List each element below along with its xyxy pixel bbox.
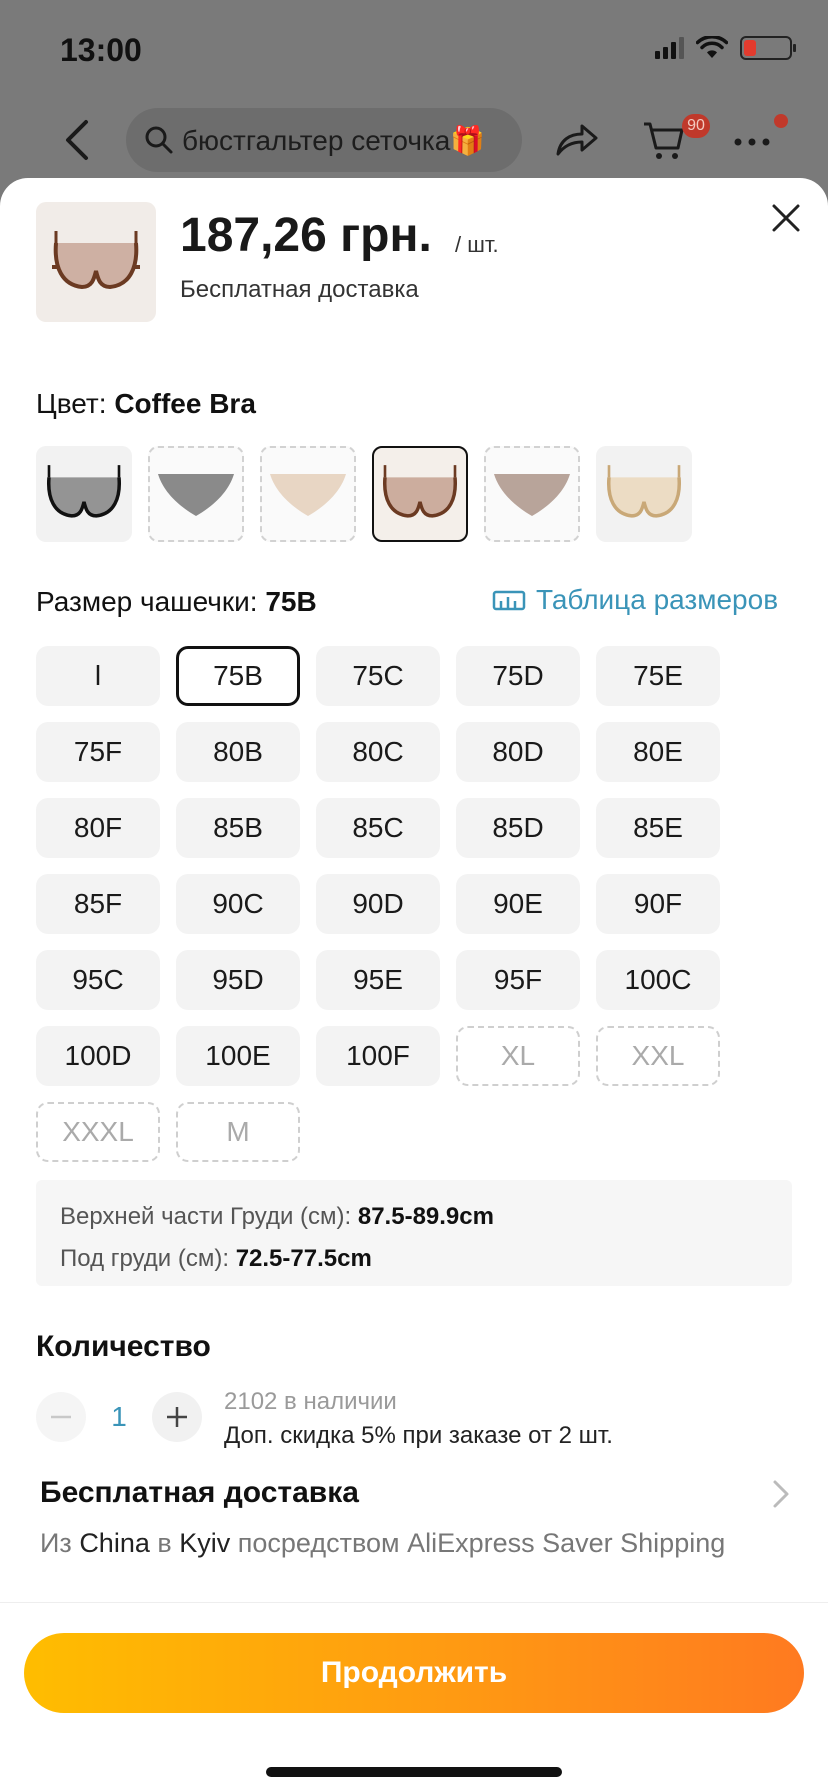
minus-icon — [51, 1415, 71, 1419]
size-option-95c[interactable]: 95C — [36, 950, 160, 1010]
route-method: посредством AliExpress Saver Shipping — [237, 1528, 726, 1558]
continue-button[interactable]: Продолжить — [24, 1633, 804, 1713]
size-option-80e[interactable]: 80E — [596, 722, 720, 782]
size-option-80c[interactable]: 80C — [316, 722, 440, 782]
size-option-100c[interactable]: 100C — [596, 950, 720, 1010]
quantity-value[interactable]: 1 — [96, 1401, 142, 1433]
stock-count: 2102 в наличии — [224, 1388, 397, 1415]
size-option-85e[interactable]: 85E — [596, 798, 720, 858]
measurements-box: Верхней части Груди (см): 87.5-89.9cm По… — [36, 1180, 792, 1286]
search-query-text: бюстгальтер сеточка🎁 — [182, 124, 486, 156]
swatch-beige-panty[interactable] — [260, 446, 356, 542]
route-to-prefix: в — [157, 1528, 172, 1558]
share-icon[interactable] — [552, 116, 600, 164]
size-option-95f[interactable]: 95F — [456, 950, 580, 1010]
size-option-100d[interactable]: 100D — [36, 1026, 160, 1086]
size-options-grid: l 75B 75C 75D 75E 75F 80B 80C 80D 80E 80F 85B 85C 85D… — [36, 646, 756, 1162]
swatch-gray-panty[interactable] — [148, 446, 244, 542]
size-table-text: Таблица размеров — [536, 584, 779, 615]
bust-row: Верхней части Груди (см): 87.5-89.9cm — [60, 1196, 768, 1238]
notification-dot — [774, 114, 788, 128]
battery-icon — [740, 36, 796, 60]
size-option-80d[interactable]: 80D — [456, 722, 580, 782]
shipping-route: Из China в Kyiv посредством AliExpress S… — [40, 1528, 725, 1559]
swatch-black-bra[interactable] — [36, 446, 132, 542]
price-unit: / шт. — [455, 232, 499, 257]
bottom-action-bar: Продолжить — [0, 1602, 828, 1792]
home-indicator — [266, 1767, 562, 1777]
size-option-95d[interactable]: 95D — [176, 950, 300, 1010]
top-navbar: бюстгальтер сеточка🎁 90 — [0, 100, 828, 180]
size-option-75c[interactable]: 75C — [316, 646, 440, 706]
close-icon[interactable] — [770, 202, 802, 234]
cart-icon[interactable] — [640, 116, 688, 164]
size-option-m[interactable]: M — [176, 1102, 300, 1162]
size-option-90e[interactable]: 90E — [456, 874, 580, 934]
size-option-90f[interactable]: 90F — [596, 874, 720, 934]
color-label-text: Цвет: — [36, 388, 107, 419]
status-icons — [655, 36, 796, 60]
status-time: 13:00 — [60, 32, 142, 68]
status-bar: 13:00 — [0, 0, 828, 100]
selected-color-name: Coffee Bra — [114, 388, 256, 419]
size-option-95e[interactable]: 95E — [316, 950, 440, 1010]
shipping-title[interactable]: Бесплатная доставка — [40, 1476, 359, 1510]
route-from-prefix: Из — [40, 1528, 72, 1558]
bust-label: Верхней части Груди (см): — [60, 1203, 352, 1230]
size-label-text: Размер чашечки: — [36, 586, 258, 617]
size-label: Размер чашечки: 75B — [36, 586, 317, 618]
product-price: 187,26 грн. — [180, 209, 432, 262]
selected-size-name: 75B — [265, 586, 317, 617]
coffee-bra-image — [52, 231, 140, 290]
size-option-90c[interactable]: 90C — [176, 874, 300, 934]
size-option-100e[interactable]: 100E — [176, 1026, 300, 1086]
search-input[interactable]: бюстгальтер сеточка🎁 — [126, 108, 522, 172]
sku-selector-sheet: 187,26 грн. / шт. Бесплатная доставка Цв… — [0, 178, 828, 1792]
signal-icon — [655, 37, 684, 59]
product-thumbnail — [36, 202, 156, 322]
underbust-label: Под груди (см): — [60, 1245, 230, 1272]
bulk-discount-note: Доп. скидка 5% при заказе от 2 шт. — [224, 1422, 613, 1449]
plus-icon — [167, 1407, 187, 1427]
size-option-80f[interactable]: 80F — [36, 798, 160, 858]
swatch-coffee-panty[interactable] — [484, 446, 580, 542]
size-option-85b[interactable]: 85B — [176, 798, 300, 858]
size-option-100f[interactable]: 100F — [316, 1026, 440, 1086]
increment-button[interactable] — [152, 1392, 202, 1442]
back-arrow-icon[interactable] — [58, 116, 98, 164]
color-swatches — [36, 446, 692, 542]
size-option-xl[interactable]: XL — [456, 1026, 580, 1086]
wifi-icon — [696, 36, 728, 58]
size-option-75d[interactable]: 75D — [456, 646, 580, 706]
bust-value: 87.5-89.9cm — [357, 1203, 494, 1230]
size-option-85f[interactable]: 85F — [36, 874, 160, 934]
ruler-icon — [492, 590, 526, 611]
size-option-80b[interactable]: 80B — [176, 722, 300, 782]
size-option-90d[interactable]: 90D — [316, 874, 440, 934]
size-option-85d[interactable]: 85D — [456, 798, 580, 858]
more-icon[interactable] — [732, 122, 772, 162]
size-option-85c[interactable]: 85C — [316, 798, 440, 858]
search-icon — [145, 126, 173, 154]
swatch-coffee-bra[interactable] — [372, 446, 468, 542]
decrement-button[interactable] — [36, 1392, 86, 1442]
underbust-row: Под груди (см): 72.5-77.5cm — [60, 1238, 768, 1280]
size-option-xxxl[interactable]: XXXL — [36, 1102, 160, 1162]
size-option-75b[interactable]: 75B — [176, 646, 300, 706]
cart-count-badge: 90 — [682, 114, 710, 138]
route-from: China — [79, 1528, 150, 1558]
size-option-l[interactable]: l — [36, 646, 160, 706]
size-table-link[interactable]: Таблица размеров — [492, 584, 778, 616]
quantity-title: Количество — [36, 1330, 211, 1363]
color-label: Цвет: Coffee Bra — [36, 388, 256, 420]
route-to: Kyiv — [179, 1528, 231, 1558]
size-option-75e[interactable]: 75E — [596, 646, 720, 706]
free-shipping-note: Бесплатная доставка — [180, 276, 419, 303]
swatch-nude-bra[interactable] — [596, 446, 692, 542]
size-option-75f[interactable]: 75F — [36, 722, 160, 782]
size-option-xxl[interactable]: XXL — [596, 1026, 720, 1086]
quantity-stepper: 1 — [36, 1392, 202, 1442]
underbust-value: 72.5-77.5cm — [235, 1245, 372, 1272]
chevron-right-icon[interactable] — [770, 1478, 792, 1510]
